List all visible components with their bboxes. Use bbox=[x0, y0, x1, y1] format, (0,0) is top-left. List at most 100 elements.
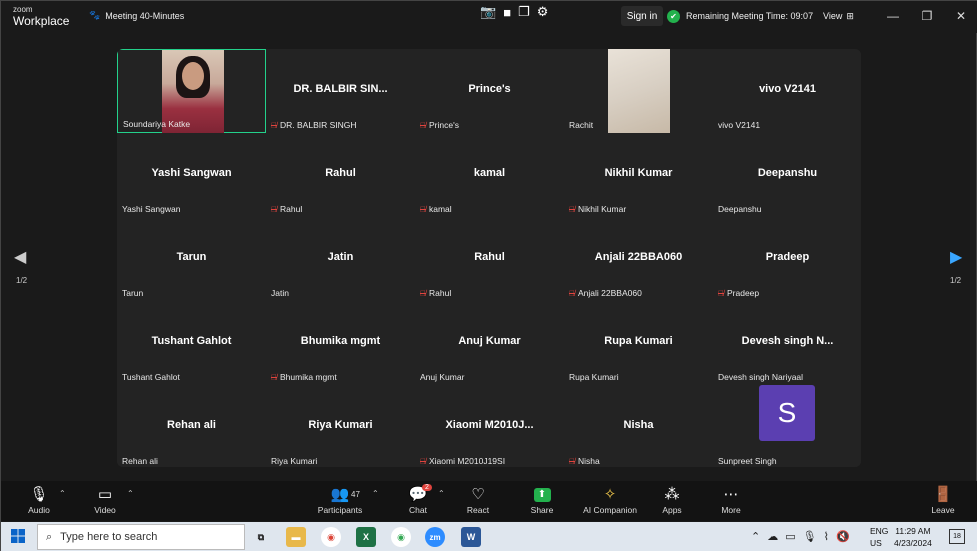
participant-tile[interactable]: Nikhil Kumar 🎙̸ Nikhil Kumar bbox=[564, 133, 713, 217]
participants-caret-icon[interactable]: ⌃ bbox=[372, 489, 379, 498]
chevron-up-icon[interactable]: ⌃ bbox=[751, 530, 760, 543]
participant-tile[interactable]: Yashi Sangwan Yashi Sangwan bbox=[117, 133, 266, 217]
participant-tile[interactable]: Anjali 22BBA060 🎙̸ Anjali 22BBA060 bbox=[564, 217, 713, 301]
network-icon[interactable]: ▭ bbox=[785, 530, 795, 543]
video-camera-icon[interactable]: ■ bbox=[503, 5, 511, 20]
mic-icon[interactable]: 🎙 bbox=[803, 530, 817, 543]
meeting-title-text: Meeting 40-Minutes bbox=[105, 10, 185, 21]
participant-display-name: kamal bbox=[473, 167, 506, 179]
file-explorer-icon[interactable]: ▬ bbox=[286, 527, 306, 547]
participant-tile[interactable]: Rahul 🎙̸ Rahul bbox=[415, 217, 564, 301]
participants-button[interactable]: 👥 Participants 47 ⌃ bbox=[310, 485, 379, 515]
participant-display-name: Jatin bbox=[327, 251, 354, 263]
participant-tile[interactable]: Rupa Kumari Rupa Kumari bbox=[564, 301, 713, 385]
windows-start-icon[interactable] bbox=[11, 529, 25, 543]
page-indicator-right: 1/2 bbox=[950, 276, 962, 285]
react-button[interactable]: ♡ React bbox=[448, 485, 508, 515]
participant-tile[interactable]: Prince's 🎙̸ Prince's bbox=[415, 49, 564, 133]
participant-tile[interactable]: DR. BALBIR SIN... 🎙̸ DR. BALBIR SINGH bbox=[266, 49, 415, 133]
participant-tile[interactable]: Bhumika mgmt 🎙̸ Bhumika mgmt bbox=[266, 301, 415, 385]
participant-tile[interactable]: Soundariya Katke bbox=[117, 49, 266, 134]
audio-caret-icon[interactable]: ⌃ bbox=[59, 489, 66, 498]
notification-center-icon[interactable]: 18 bbox=[949, 529, 965, 544]
language-indicator[interactable]: ENG US bbox=[870, 525, 888, 549]
participant-name-label: Tushant Gahlot bbox=[122, 372, 180, 382]
participant-name: Pradeep bbox=[727, 288, 760, 298]
participant-name: Soundariya Katke bbox=[123, 119, 191, 129]
participant-tile[interactable]: Rachit bbox=[564, 49, 713, 133]
participant-tile[interactable]: Tushant Gahlot Tushant Gahlot bbox=[117, 301, 266, 385]
chrome-icon[interactable]: ◉ bbox=[321, 527, 341, 547]
zoom-logo: zoom Workplace bbox=[13, 6, 69, 28]
participants-label: Participants bbox=[317, 505, 363, 515]
participant-name-label: 🎙̸ Rahul bbox=[271, 204, 302, 214]
sign-in-button[interactable]: Sign in bbox=[621, 6, 663, 26]
participant-tile[interactable]: Nisha 🎙̸ Nisha bbox=[564, 385, 713, 467]
camera-icon[interactable]: 📷 bbox=[480, 4, 496, 20]
participant-tile[interactable]: S Sunpreet Singh bbox=[713, 385, 861, 467]
participant-name-label: 🎙̸ Xiaomi M2010J19SI bbox=[420, 456, 505, 466]
restore-icon[interactable]: ❐ bbox=[910, 1, 944, 31]
leave-door-icon: 🚪 bbox=[933, 486, 953, 503]
share-arrow-icon: ⬆ bbox=[533, 488, 551, 502]
windows-taskbar: ⌕ Type here to search ⧉ ▬ ◉ X ◉ zm W ⌃ ☁… bbox=[1, 522, 977, 551]
participant-tile[interactable]: vivo V2141 vivo V2141 bbox=[713, 49, 861, 133]
apps-icon: ⁂ bbox=[664, 486, 680, 503]
participant-tile[interactable]: Riya Kumari Riya Kumari bbox=[266, 385, 415, 467]
apps-button[interactable]: ⁂ Apps bbox=[642, 485, 702, 515]
cloud-icon[interactable]: ☁ bbox=[767, 530, 778, 543]
ai-companion-button[interactable]: ✧ AI Companion bbox=[580, 485, 640, 515]
participant-tile[interactable]: Deepanshu Deepanshu bbox=[713, 133, 861, 217]
participant-name: Prince's bbox=[429, 120, 459, 130]
taskbar-search-box[interactable]: ⌕ Type here to search bbox=[37, 524, 245, 550]
chat-caret-icon[interactable]: ⌃ bbox=[438, 489, 445, 498]
meeting-title: 🐾 Meeting 40-Minutes bbox=[89, 10, 184, 21]
zoom-app-icon[interactable]: zm bbox=[425, 527, 445, 547]
participant-name: DR. BALBIR SINGH bbox=[280, 120, 357, 130]
minimize-icon[interactable]: — bbox=[876, 1, 910, 31]
chat-button[interactable]: 💬 Chat 2 ⌃ bbox=[388, 484, 448, 515]
participant-display-name: Tarun bbox=[176, 251, 207, 263]
gear-icon[interactable]: ⚙ bbox=[537, 4, 549, 20]
participant-name: vivo V2141 bbox=[718, 120, 761, 130]
chat-label: Chat bbox=[409, 505, 427, 515]
participant-tile[interactable]: Jatin Jatin bbox=[266, 217, 415, 301]
participant-tile[interactable]: Anuj Kumar Anuj Kumar bbox=[415, 301, 564, 385]
participant-display-name: Anuj Kumar bbox=[458, 335, 521, 347]
chrome-profile-icon[interactable]: ◉ bbox=[391, 527, 411, 547]
participant-name-label: Rachit bbox=[569, 120, 593, 130]
share-button[interactable]: ⬆ Share bbox=[512, 485, 572, 515]
participant-tile[interactable]: Xiaomi M2010J... 🎙̸ Xiaomi M2010J19SI bbox=[415, 385, 564, 467]
participant-name-label: 🎙̸ Rahul bbox=[420, 288, 451, 298]
participant-name: Riya Kumari bbox=[271, 456, 318, 466]
video-caret-icon[interactable]: ⌃ bbox=[127, 489, 134, 498]
excel-icon[interactable]: X bbox=[356, 527, 376, 547]
leave-button[interactable]: 🚪 Leave bbox=[913, 485, 973, 515]
participant-name-label: vivo V2141 bbox=[718, 120, 760, 130]
participant-name: Rahul bbox=[429, 288, 452, 298]
participant-tile[interactable]: Pradeep 🎙̸ Pradeep bbox=[713, 217, 861, 301]
video-button[interactable]: ▭ Video ⌃ bbox=[75, 485, 135, 515]
wifi-icon[interactable]: ⌇ bbox=[824, 530, 829, 543]
participant-display-name: Rahul bbox=[325, 167, 356, 179]
participant-tile[interactable]: kamal 🎙̸ kamal bbox=[415, 133, 564, 217]
close-icon[interactable]: ✕ bbox=[944, 1, 977, 31]
remaining-time-text: Remaining Meeting Time: 09:07 bbox=[686, 11, 814, 21]
audio-button[interactable]: 🎙 Audio ⌃ bbox=[9, 485, 69, 515]
participant-tile[interactable]: Rahul 🎙̸ Rahul bbox=[266, 133, 415, 217]
muted-microphone-icon: 🎙̸ bbox=[420, 456, 426, 466]
view-button[interactable]: View ⊞ bbox=[823, 6, 854, 26]
prev-page-arrow-icon[interactable]: ◀ bbox=[14, 247, 26, 267]
clock-time: 11:29 AM bbox=[895, 526, 931, 536]
word-icon[interactable]: W bbox=[461, 527, 481, 547]
next-page-arrow-icon[interactable]: ▶ bbox=[950, 247, 962, 267]
speaker-muted-icon[interactable]: 🔇 bbox=[836, 530, 850, 543]
participant-tile[interactable]: Rehan ali Rehan ali bbox=[117, 385, 266, 467]
clock[interactable]: 11:29 AM 4/23/2024 bbox=[894, 525, 932, 549]
participant-tile[interactable]: Tarun Tarun bbox=[117, 217, 266, 301]
participant-tile[interactable]: Devesh singh N... Devesh singh Nariyaal bbox=[713, 301, 861, 385]
window-icon[interactable]: ❐ bbox=[518, 4, 530, 20]
heart-icon: ♡ bbox=[471, 486, 485, 503]
task-view-icon[interactable]: ⧉ bbox=[251, 527, 271, 547]
more-button[interactable]: ⋯ More bbox=[701, 485, 761, 515]
